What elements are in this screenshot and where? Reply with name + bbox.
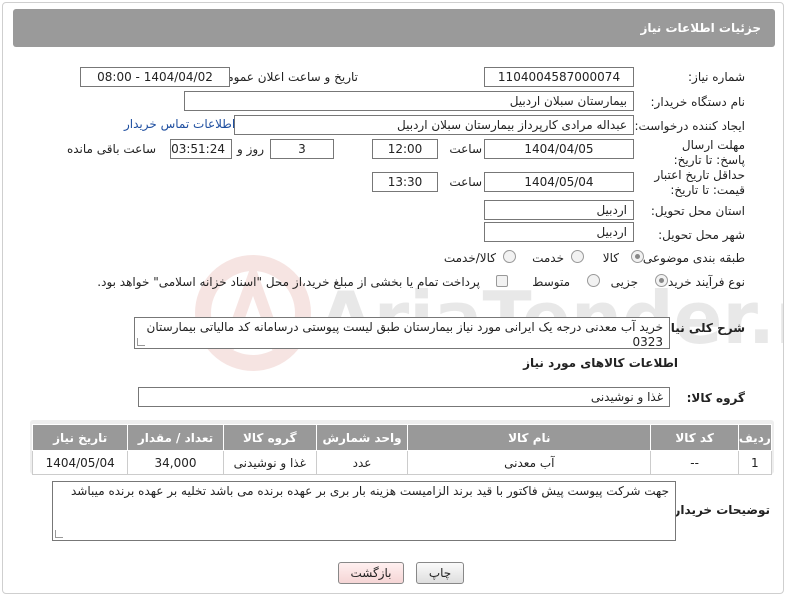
price-validity-date-field[interactable]: 1404/05/04 (484, 172, 634, 192)
category-radio-service[interactable] (571, 250, 584, 263)
reply-deadline-date-field[interactable]: 1404/04/05 (484, 139, 634, 159)
process-option-minor: جزیی (610, 275, 638, 289)
category-option-goods: کالا (602, 251, 619, 265)
requester-field[interactable]: عبداله مرادی کارپرداز بیمارستان سبلان ار… (234, 115, 634, 135)
buyer-contact-link[interactable]: اطلاعات تماس خریدار (124, 117, 235, 131)
col-goods-name: نام کالا (407, 424, 652, 451)
reply-deadline-time-field[interactable]: 12:00 (372, 139, 438, 159)
requester-label: ایجاد کننده درخواست: (634, 119, 745, 133)
print-button[interactable]: چاپ (416, 562, 464, 584)
process-radio-medium[interactable] (587, 274, 600, 287)
process-type-label: نوع فرآیند خرید : (660, 275, 745, 289)
page-title: جزئیات اطلاعات نیاز (13, 9, 775, 47)
category-radio-goods-service[interactable] (503, 250, 516, 263)
reply-days-field[interactable]: 3 (270, 139, 334, 159)
category-option-goods-service: کالا/خدمت (443, 251, 496, 265)
announce-datetime-field[interactable]: 1404/04/02 - 08:00 (80, 67, 230, 87)
buyer-notes-label: توضیحات خریدار: (668, 503, 770, 517)
cell-goods-code: -- (650, 450, 739, 475)
description-text: خرید آب معدنی درجه یک ایرانی مورد نیاز ب… (146, 320, 663, 349)
buyer-org-label: نام دستگاه خریدار: (650, 95, 746, 109)
col-quantity: تعداد / مقدار (127, 424, 224, 451)
col-need-date: تاریخ نیاز (31, 424, 129, 451)
price-validity-time-label: ساعت (449, 175, 482, 189)
cell-goods-group: غذا و نوشیدنی (222, 450, 317, 475)
delivery-city-field[interactable]: اردبیل (484, 222, 634, 242)
buyer-notes-text: جهت شرکت پیوست پیش فاکتور با قید برند ال… (70, 484, 669, 498)
back-button[interactable]: بازگشت (338, 562, 404, 584)
need-number-field[interactable]: 1104004587000074 (484, 67, 634, 87)
col-row-number: ردیف (737, 424, 773, 451)
description-label: شرح کلی نیاز: (659, 321, 745, 335)
col-unit: واحد شمارش (315, 424, 409, 451)
buyer-notes-textarea[interactable]: جهت شرکت پیوست پیش فاکتور با قید برند ال… (52, 481, 676, 541)
cell-quantity: 34,000 (127, 450, 224, 475)
reply-deadline-label: مهلت ارسال پاسخ: تا تاریخ: (673, 138, 745, 167)
remaining-time-label: ساعت باقی مانده (66, 142, 156, 156)
process-radio-minor[interactable] (655, 274, 668, 287)
cell-unit: عدد (315, 450, 409, 475)
reply-deadline-time-label: ساعت (449, 142, 482, 156)
category-label: طبقه بندی موضوعی: (638, 251, 745, 265)
description-textarea[interactable]: خرید آب معدنی درجه یک ایرانی مورد نیاز ب… (134, 317, 670, 349)
cell-need-date: 1404/05/04 (31, 450, 129, 475)
process-option-medium: متوسط (532, 275, 570, 289)
delivery-province-label: استان محل تحویل: (650, 204, 745, 218)
resize-grip-icon[interactable] (137, 338, 145, 346)
resize-grip-icon[interactable] (55, 530, 63, 538)
category-radio-goods[interactable] (631, 250, 644, 263)
category-option-service: خدمت (532, 251, 564, 265)
goods-section-title: اطلاعات کالاهای مورد نیاز (523, 356, 678, 370)
col-goods-group: گروه کالا (222, 424, 317, 451)
price-validity-label: حداقل تاریخ اعتبار قیمت: تا تاریخ: (654, 168, 745, 197)
goods-group-label: گروه کالا: (686, 391, 745, 405)
treasury-payment-checkbox[interactable] (496, 275, 508, 287)
goods-group-field[interactable]: غذا و نوشیدنی (138, 387, 670, 407)
remaining-time-field[interactable]: 03:51:24 (170, 139, 232, 159)
buyer-org-field[interactable]: بیمارستان سبلان اردبیل (184, 91, 634, 111)
goods-table-header: ردیف کد کالا نام کالا واحد شمارش گروه کا… (31, 424, 773, 451)
price-validity-time-field[interactable]: 13:30 (372, 172, 438, 192)
cell-goods-name: آب معدنی (407, 450, 652, 475)
reply-days-label: روز و (237, 142, 264, 156)
cell-row-number: 1 (737, 450, 773, 475)
delivery-city-label: شهر محل تحویل: (658, 228, 745, 242)
delivery-province-field[interactable]: اردبیل (484, 200, 634, 220)
need-number-label: شماره نیاز: (688, 70, 745, 84)
treasury-payment-note: پرداخت تمام یا بخشی از مبلغ خرید،از محل … (97, 275, 480, 289)
table-row[interactable]: 1 -- آب معدنی عدد غذا و نوشیدنی 34,000 1… (31, 450, 773, 475)
col-goods-code: کد کالا (650, 424, 739, 451)
goods-table: ردیف کد کالا نام کالا واحد شمارش گروه کا… (31, 424, 773, 475)
announce-datetime-label: تاریخ و ساعت اعلان عمومی: (213, 70, 358, 84)
